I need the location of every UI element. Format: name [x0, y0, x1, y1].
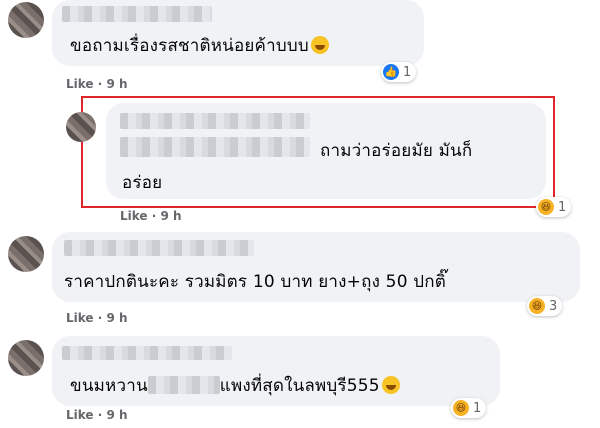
comment-bubble: ถามว่าอร่อยมัย มันก็ อร่อย [106, 103, 546, 199]
comment-text: ราคาปกตินะคะ รวมมิตร 10 บาท ยาง+ถุง 50 ป… [64, 272, 447, 292]
blurred-author-name [62, 6, 212, 22]
timestamp[interactable]: 9 h [106, 77, 127, 91]
comment-text: ขอถามเรื่องรสชาติหน่อยค้าบบบ [70, 32, 329, 59]
comment-meta: Like · 9 h [66, 311, 128, 325]
avatar[interactable] [8, 236, 44, 272]
comment-meta: Like · 9 h [66, 408, 128, 422]
blurred-text [120, 137, 310, 157]
comment-meta: Like · 9 h [66, 77, 128, 91]
avatar[interactable] [8, 2, 44, 38]
reaction-summary[interactable]: 😆 1 [451, 398, 487, 418]
comment-bubble: ขนมหวาน แพงที่สุดในลพบุรี555 [52, 336, 500, 406]
grinning-sweat-emoji [310, 36, 329, 54]
like-link[interactable]: Like [66, 77, 94, 91]
like-icon: 👍 [383, 64, 399, 80]
timestamp[interactable]: 9 h [106, 408, 127, 422]
reaction-summary[interactable]: 👍 1 [381, 62, 417, 82]
comment-text: ขนมหวาน แพงที่สุดในลพบุรี555 [70, 372, 400, 399]
timestamp[interactable]: 9 h [160, 209, 181, 223]
rofl-emoji [381, 376, 400, 394]
blurred-author-name [120, 113, 310, 129]
like-link[interactable]: Like [120, 209, 148, 223]
reaction-summary[interactable]: 😆 1 [536, 197, 572, 217]
timestamp[interactable]: 9 h [106, 311, 127, 325]
comment-meta: Like · 9 h [120, 209, 182, 223]
avatar[interactable] [66, 112, 96, 142]
blurred-author-name [64, 240, 254, 256]
blurred-author-name [62, 346, 232, 360]
reaction-summary[interactable]: 😆 3 [527, 296, 563, 316]
like-link[interactable]: Like [66, 408, 94, 422]
like-link[interactable]: Like [66, 311, 94, 325]
blurred-shop-name [147, 376, 220, 394]
avatar[interactable] [8, 340, 44, 376]
comment-text-line2: อร่อย [122, 173, 163, 193]
comment-bubble: ราคาปกตินะคะ รวมมิตร 10 บาท ยาง+ถุง 50 ป… [52, 232, 580, 302]
comment-bubble: ขอถามเรื่องรสชาติหน่อยค้าบบบ [52, 0, 424, 66]
haha-icon: 😆 [529, 298, 545, 314]
haha-icon: 😆 [538, 199, 554, 215]
comment-text-line1: ถามว่าอร่อยมัย มันก็ [320, 141, 473, 161]
haha-icon: 😆 [453, 400, 469, 416]
